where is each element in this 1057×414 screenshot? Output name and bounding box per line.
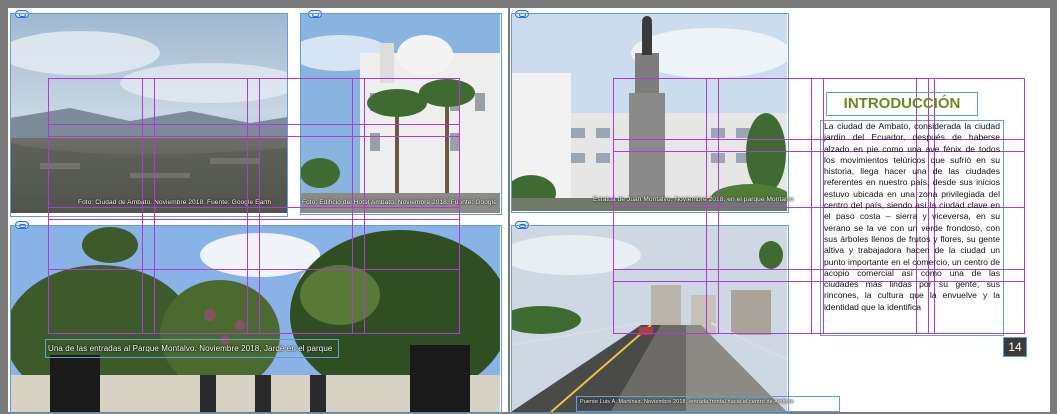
guide-line xyxy=(706,79,707,333)
guide-line xyxy=(811,79,812,333)
guide-line xyxy=(49,207,459,208)
page-number[interactable]: 14 xyxy=(1003,337,1027,357)
guide-grid-left xyxy=(48,78,460,334)
guide-line xyxy=(49,136,459,137)
guide-line xyxy=(718,79,719,333)
guide-line xyxy=(364,79,365,333)
guide-line xyxy=(49,219,459,220)
indesign-spread-canvas: Foto: Ciudad de Ambato. Noviembre 2018. … xyxy=(0,0,1057,414)
guide-line xyxy=(259,79,260,333)
guide-line xyxy=(49,124,459,125)
guide-line xyxy=(49,269,459,270)
guide-line xyxy=(142,79,143,333)
guide-line xyxy=(154,79,155,333)
guide-line xyxy=(352,79,353,333)
article-title[interactable]: INTRODUCCIÓN xyxy=(826,92,978,116)
article-body[interactable]: La ciudad de Ambato, considerada la ciud… xyxy=(824,121,1000,313)
guide-line xyxy=(247,79,248,333)
